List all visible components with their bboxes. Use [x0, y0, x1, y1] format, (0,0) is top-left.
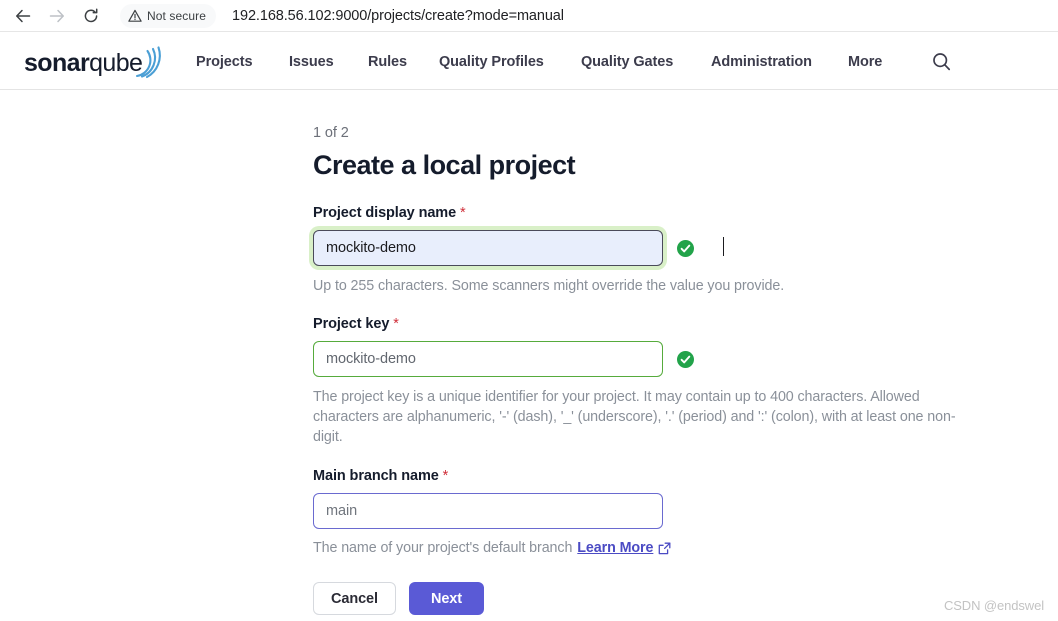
nav-item-administration[interactable]: Administration — [711, 32, 812, 91]
nav-item-label: More — [848, 53, 883, 70]
project-key-label: Project key * — [313, 316, 993, 332]
nav-item-rules[interactable]: Rules — [368, 32, 407, 91]
required-marker: * — [442, 468, 449, 484]
logo-wordmark-bold: sonar — [24, 49, 90, 77]
security-label: Not secure — [147, 8, 207, 23]
field-label-text: Project key — [313, 316, 390, 332]
warning-triangle-icon — [128, 9, 142, 22]
logo-sound-waves-icon — [135, 46, 161, 79]
required-marker: * — [393, 316, 399, 332]
nav-item-issues[interactable]: Issues — [289, 32, 334, 91]
back-arrow-icon[interactable] — [8, 1, 38, 31]
app-navbar: sonarqube Projects Issues Rules Quality … — [0, 31, 1058, 90]
project-display-name-helper: Up to 255 characters. Some scanners migh… — [313, 278, 785, 294]
nav-item-projects[interactable]: Projects — [196, 32, 253, 91]
url-bar-text[interactable]: 192.168.56.102:9000/projects/create?mode… — [232, 8, 564, 24]
nav-item-more[interactable]: More — [848, 32, 882, 91]
nav-item-quality-profiles[interactable]: Quality Profiles — [439, 32, 544, 91]
logo-wordmark: sonarqube — [24, 49, 143, 77]
page-title: Create a local project — [313, 150, 576, 180]
create-project-form: 1 of 2 Create a local project Project di… — [313, 90, 993, 615]
required-marker: * — [460, 205, 466, 221]
nav-item-label: Issues — [289, 53, 334, 70]
reload-icon[interactable] — [76, 1, 106, 31]
page-body: 1 of 2 Create a local project Project di… — [0, 90, 1058, 621]
project-display-name-label: Project display name * — [313, 205, 993, 221]
main-branch-name-label: Main branch name * — [313, 468, 993, 484]
external-link-icon[interactable] — [658, 542, 671, 555]
main-branch-name-helper: The name of your project's default branc… — [313, 540, 993, 556]
nav-item-label: Administration — [711, 53, 812, 70]
field-label-text: Main branch name — [313, 468, 439, 484]
forward-arrow-icon — [42, 1, 72, 31]
nav-item-quality-gates[interactable]: Quality Gates — [581, 32, 673, 91]
form-actions: Cancel Next — [313, 582, 993, 615]
check-circle-icon — [677, 350, 694, 368]
nav-item-label: Quality Gates — [581, 53, 674, 70]
field-label-text: Project display name — [313, 205, 457, 221]
project-key-input[interactable] — [313, 341, 663, 377]
learn-more-link[interactable]: Learn More — [577, 540, 653, 556]
main-branch-helper-text: The name of your project's default branc… — [313, 540, 573, 556]
check-circle-icon — [677, 239, 694, 257]
text-cursor — [723, 237, 724, 256]
project-key-helper: The project key is a unique identifier f… — [313, 389, 956, 445]
next-button[interactable]: Next — [408, 582, 484, 615]
nav-item-label: Rules — [368, 53, 407, 70]
browser-toolbar: Not secure 192.168.56.102:9000/projects/… — [0, 0, 1058, 31]
main-branch-name-input[interactable] — [313, 493, 663, 529]
nav-item-label: Projects — [196, 53, 253, 70]
step-indicator: 1 of 2 — [313, 125, 349, 141]
project-display-name-input[interactable] — [313, 230, 663, 266]
security-badge[interactable]: Not secure — [120, 3, 217, 28]
search-icon[interactable] — [924, 32, 958, 91]
nav-item-label: Quality Profiles — [439, 53, 544, 70]
cancel-button[interactable]: Cancel — [313, 582, 396, 615]
watermark: CSDN @endswel — [943, 598, 1044, 613]
sonarqube-logo[interactable]: sonarqube — [24, 46, 174, 80]
